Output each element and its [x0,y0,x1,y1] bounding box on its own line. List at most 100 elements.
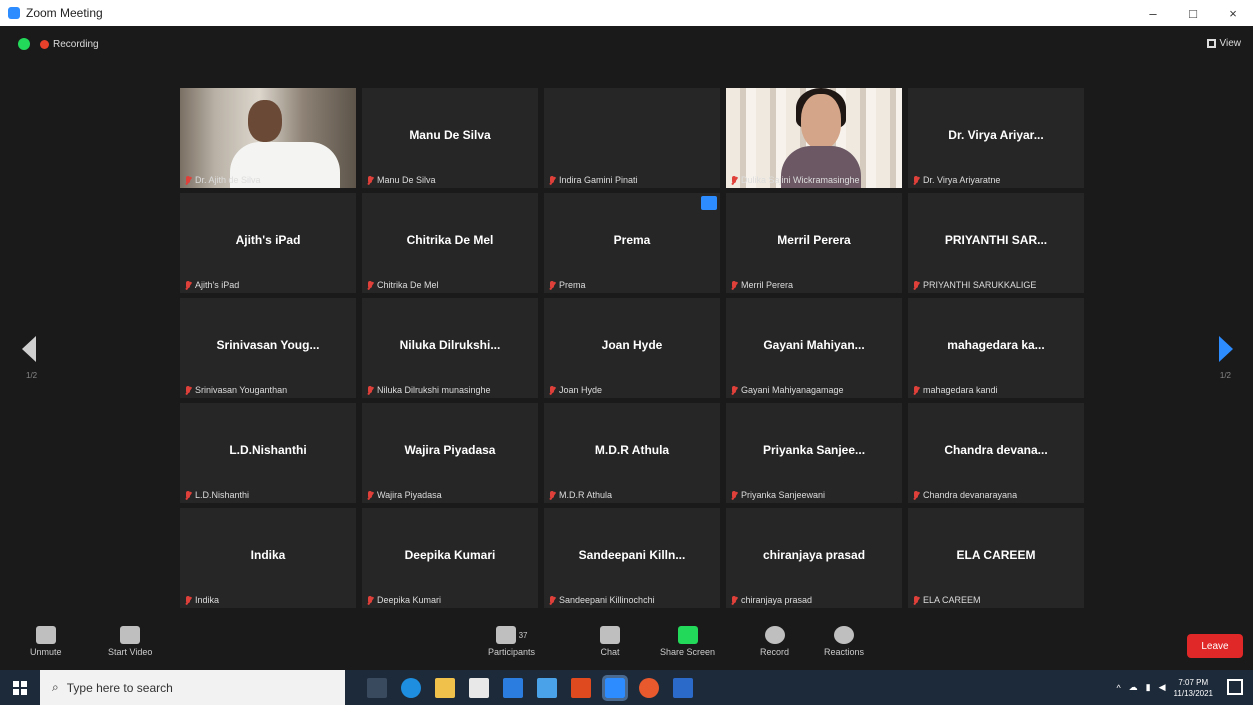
participant-tile[interactable]: Dr. Virya Ariyar... Dr. Virya Ariyaratne [908,88,1084,188]
store-icon[interactable] [469,677,489,698]
edge-browser-icon[interactable] [401,677,421,698]
participant-name-label: Prema [548,280,586,290]
participant-display-name: Gayani Mahiyan... [763,338,865,352]
window-controls: – □ × [1133,0,1253,26]
options-menu-icon[interactable] [701,196,717,210]
network-icon[interactable]: ▮ [1146,682,1151,693]
unmute-label: Unmute [30,647,62,657]
leave-button[interactable]: Leave [1187,634,1243,658]
participant-label-text: Chandra devanarayana [923,490,1018,500]
record-dot-icon [40,39,49,49]
office-icon[interactable] [571,677,591,698]
recording-label: Recording [53,38,99,50]
participant-tile[interactable]: Dulika Sajini Wickramasinghe [726,88,902,188]
participant-tile[interactable]: Deepika Kumari Deepika Kumari [362,508,538,608]
participant-label-text: Ajith's iPad [195,280,240,290]
participant-tile[interactable]: Indira Gamini Pinati [544,88,720,188]
participant-tile[interactable]: PRIYANTHI SAR... PRIYANTHI SARUKKALIGE [908,193,1084,293]
participant-tile[interactable]: Prema Prema [544,193,720,293]
reactions-button[interactable]: Reactions [824,626,864,657]
participant-tile[interactable]: M.D.R Athula M.D.R Athula [544,403,720,503]
file-explorer-icon[interactable] [435,677,455,698]
minimize-button[interactable]: – [1133,0,1173,26]
participant-tile[interactable]: Srinivasan Youg... Srinivasan Youganthan [180,298,356,398]
chrome-icon[interactable] [639,677,659,698]
unmute-button[interactable]: Unmute [30,626,62,657]
show-hidden-icons-icon[interactable]: ^ [1116,683,1120,693]
muted-microphone-icon [912,385,920,395]
chat-label: Chat [600,647,620,657]
participant-tile[interactable]: mahagedara ka... mahagedara kandi [908,298,1084,398]
muted-microphone-icon [912,175,920,185]
cloud-icon[interactable]: ☁ [1129,682,1138,693]
previous-page-arrow-icon[interactable] [22,336,36,362]
next-page-arrow-icon[interactable] [1219,336,1233,362]
participants-label: Participants [488,647,536,657]
participant-name-label: Indira Gamini Pinati [548,175,638,185]
system-tray: ^ ☁ ▮ ◀ 7:07 PM 11/13/2021 [1116,670,1213,705]
participant-name-label: Wajira Piyadasa [366,490,442,500]
word-icon[interactable] [673,677,693,698]
participant-tile[interactable]: Chitrika De Mel Chitrika De Mel [362,193,538,293]
participant-name-label: ELA CAREEM [912,595,981,605]
taskbar-search[interactable]: ⌕ Type here to search [40,670,345,705]
participant-display-name: Manu De Silva [409,128,491,142]
share-screen-icon [677,626,698,644]
share-screen-button[interactable]: Share Screen [660,626,715,657]
participant-tile[interactable]: chiranjaya prasad chiranjaya prasad [726,508,902,608]
participant-display-name: Priyanka Sanjee... [762,443,866,457]
participant-tile[interactable]: ELA CAREEM ELA CAREEM [908,508,1084,608]
participant-name-label: Joan Hyde [548,385,602,395]
task-view-icon[interactable] [367,677,387,698]
zoom-taskbar-icon[interactable] [602,674,628,701]
participant-display-name: Sandeepani Killn... [578,548,686,562]
media-player-icon[interactable] [537,677,557,698]
participant-tile[interactable]: Manu De Silva Manu De Silva [362,88,538,188]
windows-taskbar: ⌕ Type here to search ^ ☁ ▮ ◀ 7:07 PM 11… [0,670,1253,705]
participant-tile[interactable]: Sandeepani Killn... Sandeepani Killinochc… [544,508,720,608]
start-button[interactable] [0,670,40,705]
participant-name-label: chiranjaya prasad [730,595,812,605]
participant-tile[interactable]: Wajira Piyadasa Wajira Piyadasa [362,403,538,503]
participant-display-name: Chandra devana... [944,443,1048,457]
view-button[interactable]: View [1206,38,1241,49]
participant-tile[interactable]: Dr. Ajith de Silva [180,88,356,188]
participant-label-text: Chitrika De Mel [377,280,439,290]
participant-tile[interactable]: Ajith's iPad Ajith's iPad [180,193,356,293]
recording-indicator[interactable]: Recording [40,39,99,50]
participant-label-text: Dr. Virya Ariyaratne [923,175,1001,185]
participant-tile[interactable]: Chandra devana... Chandra devanarayana [908,403,1084,503]
encryption-shield-icon[interactable] [18,38,30,50]
volume-icon[interactable]: ◀ [1159,682,1166,693]
maximize-button[interactable]: □ [1173,0,1213,26]
participant-tile[interactable]: Joan Hyde Joan Hyde [544,298,720,398]
clock[interactable]: 7:07 PM 11/13/2021 [1174,677,1213,699]
chat-button[interactable]: Chat [600,626,620,657]
participant-display-name: Srinivasan Youg... [216,338,320,352]
close-button[interactable]: × [1213,0,1253,26]
participant-display-name: L.D.Nishanthi [229,443,307,457]
muted-microphone-icon [366,280,374,290]
participant-name-label: Deepika Kumari [366,595,441,605]
participant-tile[interactable]: Merril Perera Merril Perera [726,193,902,293]
participant-name-label: Niluka Dilrukshi munasinghe [366,385,491,395]
start-video-button[interactable]: Start Video [108,626,152,657]
mail-icon[interactable] [503,677,523,698]
participants-button[interactable]: 37 Participants [488,626,535,657]
muted-microphone-icon [730,490,738,500]
participant-tile[interactable]: Niluka Dilrukshi... Niluka Dilrukshi muna… [362,298,538,398]
muted-microphone-icon [912,490,920,500]
notification-center-icon[interactable] [1227,679,1243,695]
participant-tile[interactable]: L.D.Nishanthi L.D.Nishanthi [180,403,356,503]
record-button[interactable]: Record [760,626,789,657]
participant-tile[interactable]: Priyanka Sanjee... Priyanka Sanjeewani [726,403,902,503]
meeting-toolbar: Unmute Start Video 37 Participants Chat … [0,622,1253,670]
participant-display-name: Joan Hyde [601,338,663,352]
participant-tile[interactable]: Gayani Mahiyan... Gayani Mahiyanagamage [726,298,902,398]
participant-tile[interactable]: Indika Indika [180,508,356,608]
window-title: Zoom Meeting [26,6,103,20]
participant-label-text: Dulika Sajini Wickramasinghe [741,175,860,185]
participant-name-label: Gayani Mahiyanagamage [730,385,844,395]
participant-name-label: L.D.Nishanthi [184,490,249,500]
clock-date: 11/13/2021 [1173,688,1213,698]
